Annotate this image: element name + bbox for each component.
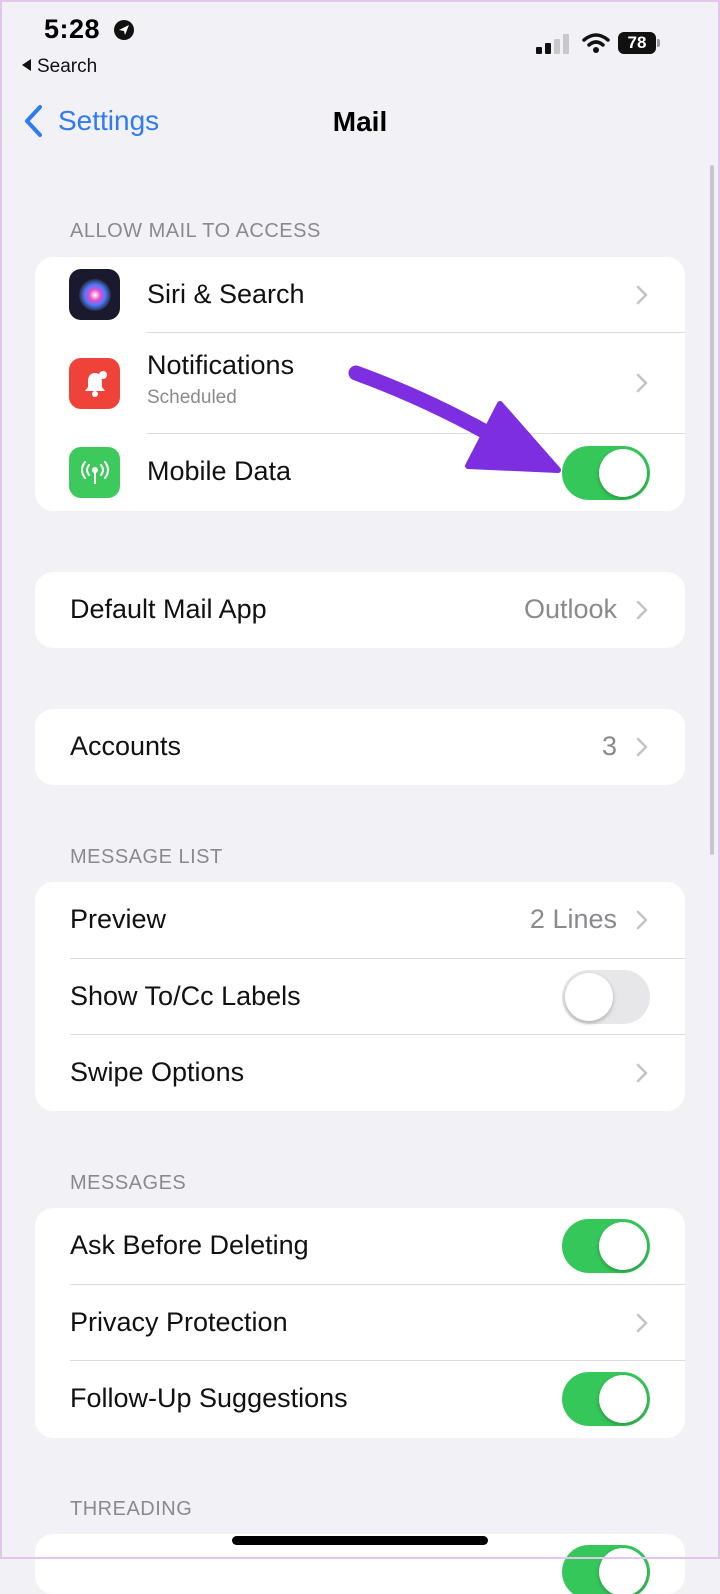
chevron-right-icon xyxy=(636,373,648,393)
row-accounts[interactable]: Accounts 3 xyxy=(35,709,685,785)
allow-access-group: Siri & Search Notifications Scheduled Mo… xyxy=(35,257,685,511)
chevron-right-icon xyxy=(636,285,648,305)
row-privacy-protection[interactable]: Privacy Protection xyxy=(35,1285,685,1361)
row-ask-before-deleting[interactable]: Ask Before Deleting xyxy=(35,1208,685,1285)
antenna-icon xyxy=(69,447,120,498)
row-default-mail-app[interactable]: Default Mail App Outlook xyxy=(35,572,685,648)
chevron-right-icon xyxy=(636,910,648,930)
row-label: Swipe Options xyxy=(70,1057,245,1087)
chevron-right-icon xyxy=(636,737,648,757)
mobile-data-toggle[interactable] xyxy=(562,446,650,500)
section-header-threading: THREADING xyxy=(70,1498,193,1520)
section-header-message-list: MESSAGE LIST xyxy=(70,846,223,868)
toggle-knob xyxy=(599,1548,647,1594)
battery-tip xyxy=(657,39,660,47)
row-label: Preview xyxy=(70,904,167,934)
row-label: Follow-Up Suggestions xyxy=(70,1383,348,1413)
scrollbar[interactable] xyxy=(710,165,714,855)
row-siri-search[interactable]: Siri & Search xyxy=(35,257,685,333)
chevron-right-icon xyxy=(636,1313,648,1333)
threading-toggle[interactable] xyxy=(562,1545,650,1594)
battery-icon: 78 xyxy=(618,32,662,56)
accounts-group: Accounts 3 xyxy=(35,709,685,785)
row-label: Privacy Protection xyxy=(70,1307,288,1337)
row-label: Mobile Data xyxy=(147,456,292,486)
bell-icon xyxy=(69,358,120,409)
row-follow-up-suggestions[interactable]: Follow-Up Suggestions xyxy=(35,1361,685,1438)
page-title: Mail xyxy=(332,106,388,137)
chevron-right-icon xyxy=(636,1063,648,1083)
section-header-messages: MESSAGES xyxy=(70,1172,187,1194)
wifi-icon xyxy=(582,33,610,53)
toggle-knob xyxy=(599,449,647,497)
toggle-knob xyxy=(599,1222,647,1270)
show-to-cc-toggle[interactable] xyxy=(562,970,650,1024)
default-mail-group: Default Mail App Outlook xyxy=(35,572,685,648)
back-app-label: Search xyxy=(37,56,98,77)
messages-group: Ask Before Deleting Privacy Protection F… xyxy=(35,1208,685,1438)
row-swipe-options[interactable]: Swipe Options xyxy=(35,1035,685,1111)
follow-up-suggestions-toggle[interactable] xyxy=(562,1372,650,1426)
row-value: 3 xyxy=(601,731,617,761)
row-label: Siri & Search xyxy=(147,279,305,309)
back-to-app[interactable]: Search xyxy=(22,56,97,78)
toggle-knob xyxy=(565,973,613,1021)
ask-before-deleting-toggle[interactable] xyxy=(562,1219,650,1273)
row-value: 2 Lines xyxy=(529,904,617,934)
message-list-group: Preview 2 Lines Show To/Cc Labels Swipe … xyxy=(35,882,685,1111)
chevron-right-icon xyxy=(636,600,648,620)
back-triangle-icon xyxy=(22,59,31,71)
row-label: Accounts xyxy=(70,731,182,761)
row-value: Outlook xyxy=(523,594,617,624)
row-label: Show To/Cc Labels xyxy=(70,981,301,1011)
cellular-signal-icon xyxy=(536,34,569,54)
section-header-allow-access: ALLOW MAIL TO ACCESS xyxy=(70,220,321,242)
siri-icon xyxy=(69,269,120,320)
row-mobile-data[interactable]: Mobile Data xyxy=(35,434,685,511)
row-preview[interactable]: Preview 2 Lines xyxy=(35,882,685,959)
row-label: Ask Before Deleting xyxy=(70,1230,309,1260)
status-time: 5:28 xyxy=(44,14,101,44)
home-indicator[interactable] xyxy=(232,1536,488,1545)
row-label: Notifications xyxy=(147,350,295,380)
row-show-to-cc[interactable]: Show To/Cc Labels xyxy=(35,959,685,1035)
row-label: Default Mail App xyxy=(70,594,267,624)
row-subtitle: Scheduled xyxy=(147,387,237,408)
location-icon xyxy=(114,20,134,40)
toggle-knob xyxy=(599,1375,647,1423)
row-notifications[interactable]: Notifications Scheduled xyxy=(35,333,685,434)
battery-level: 78 xyxy=(618,32,656,54)
